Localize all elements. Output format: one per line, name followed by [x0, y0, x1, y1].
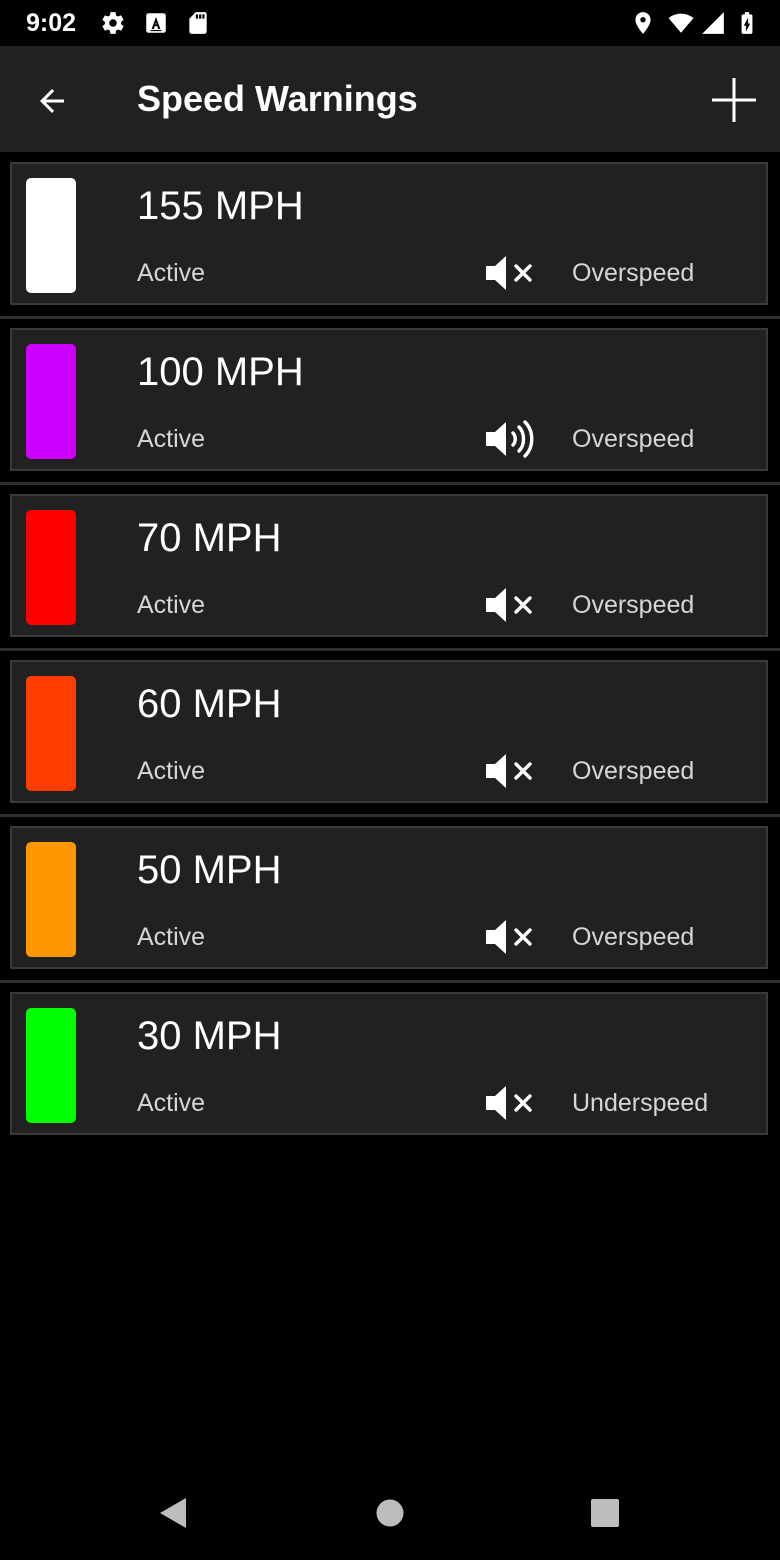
add-warning-button[interactable] [704, 70, 764, 130]
speed-warning-item[interactable]: 70 MPH Active Overspeed [10, 494, 768, 637]
row-divider [0, 980, 780, 983]
sd-card-icon [185, 10, 211, 36]
speed-value: 30 MPH [137, 1014, 282, 1058]
status-label: Active [137, 757, 206, 785]
status-label: Active [137, 1089, 206, 1117]
speed-value: 155 MPH [137, 184, 304, 228]
status-label: Active [137, 923, 206, 951]
plus-icon [712, 78, 756, 122]
arrow-left-icon [40, 89, 64, 113]
warning-type-label: Overspeed [572, 591, 695, 619]
row-divider [0, 482, 780, 485]
warning-type-label: Underspeed [572, 1089, 709, 1117]
sound-muted-icon[interactable] [482, 1083, 538, 1123]
status-bar: 9:02 [0, 0, 780, 46]
app-bar: Speed Warnings [0, 46, 780, 152]
recents-square-icon [591, 1499, 619, 1527]
sound-on-icon[interactable] [482, 419, 538, 459]
nav-home-button[interactable] [365, 1488, 415, 1538]
location-icon [630, 10, 656, 36]
warning-type-label: Overspeed [572, 923, 695, 951]
status-time: 9:02 [26, 9, 77, 37]
color-swatch [26, 842, 76, 957]
status-label: Active [137, 591, 206, 619]
warning-type-label: Overspeed [572, 259, 695, 287]
speed-value: 60 MPH [137, 682, 282, 726]
speed-warning-item[interactable]: 50 MPH Active Overspeed [10, 826, 768, 969]
color-swatch [26, 344, 76, 459]
color-swatch [26, 178, 76, 293]
warning-type-label: Overspeed [572, 757, 695, 785]
speed-warning-item[interactable]: 100 MPH Active Overspeed [10, 328, 768, 471]
row-divider [0, 648, 780, 651]
nav-back-button[interactable] [148, 1488, 198, 1538]
wifi-icon [666, 10, 696, 36]
sound-muted-icon[interactable] [482, 253, 538, 293]
color-swatch [26, 676, 76, 791]
status-label: Active [137, 259, 206, 287]
speed-warning-item[interactable]: 30 MPH Active Underspeed [10, 992, 768, 1135]
speed-value: 50 MPH [137, 848, 282, 892]
home-circle-icon [376, 1499, 404, 1527]
row-divider [0, 814, 780, 817]
speed-value: 70 MPH [137, 516, 282, 560]
sound-muted-icon[interactable] [482, 917, 538, 957]
speed-warning-item[interactable]: 155 MPH Active Overspeed [10, 162, 768, 305]
warning-type-label: Overspeed [572, 425, 695, 453]
battery-charging-icon [734, 10, 760, 36]
sound-muted-icon[interactable] [482, 585, 538, 625]
speed-value: 100 MPH [137, 350, 304, 394]
color-swatch [26, 510, 76, 625]
cell-signal-icon [700, 10, 726, 36]
color-swatch [26, 1008, 76, 1123]
status-label: Active [137, 425, 206, 453]
back-triangle-icon [160, 1498, 186, 1528]
row-divider [0, 316, 780, 319]
speed-warning-item[interactable]: 60 MPH Active Overspeed [10, 660, 768, 803]
system-nav-bar [0, 1466, 780, 1560]
page-title: Speed Warnings [137, 78, 418, 119]
a-badge-icon [143, 10, 169, 36]
nav-recents-button[interactable] [580, 1488, 630, 1538]
sound-muted-icon[interactable] [482, 751, 538, 791]
back-button[interactable] [24, 73, 80, 129]
gear-icon [100, 10, 126, 36]
